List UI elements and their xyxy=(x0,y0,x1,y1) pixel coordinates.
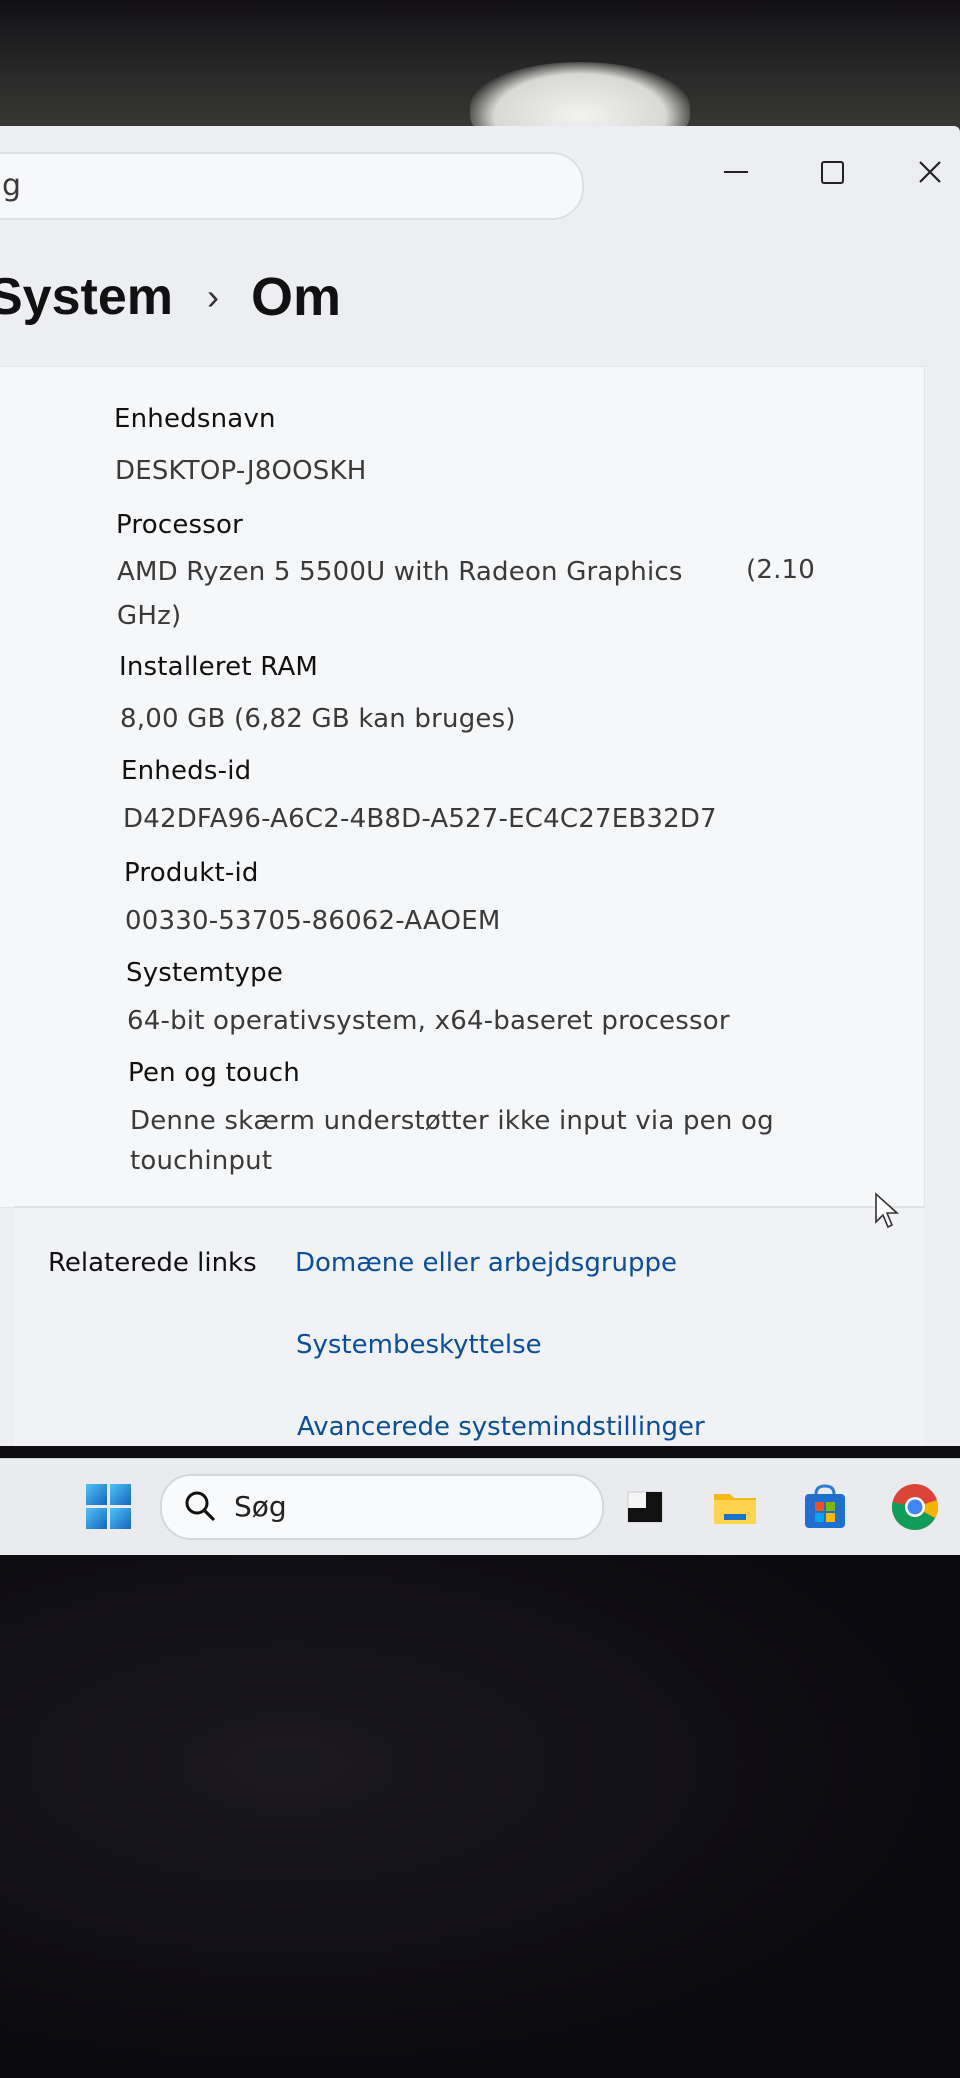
mouse-cursor-icon xyxy=(875,1192,900,1229)
spec-value-device-name: DESKTOP-J8OOSKH xyxy=(115,456,367,486)
spec-value-processor-line2: GHz) xyxy=(117,601,182,631)
spec-value-pen-touch: Denne skærm understøtter ikke input via … xyxy=(130,1106,774,1136)
breadcrumb-chevron-icon: › xyxy=(207,276,219,317)
file-explorer-icon[interactable] xyxy=(710,1482,760,1532)
maximize-button[interactable] xyxy=(804,144,860,200)
spec-value-product-id: 00330-53705-86062-AAOEM xyxy=(125,906,501,936)
spec-label-ram: Installeret RAM xyxy=(119,652,319,682)
close-icon xyxy=(919,161,941,183)
spec-label-processor: Processor xyxy=(116,510,244,540)
microsoft-store-icon[interactable] xyxy=(800,1482,850,1532)
breadcrumb-system[interactable]: System xyxy=(0,267,173,327)
desktop-background-bottom xyxy=(0,1555,960,2078)
spec-value-processor-speed: (2.10 xyxy=(746,555,816,585)
link-domain-workgroup[interactable]: Domæne eller arbejdsgruppe xyxy=(295,1248,677,1278)
link-advanced-system-settings[interactable]: Avancerede systemindstillinger xyxy=(297,1412,705,1442)
taskbar-search-input[interactable]: Søg xyxy=(160,1474,604,1540)
taskbar-search-placeholder: Søg xyxy=(234,1490,287,1523)
spec-value-processor: AMD Ryzen 5 5500U with Radeon Graphics xyxy=(117,557,683,587)
related-links-section xyxy=(14,1208,924,1446)
link-system-protection[interactable]: Systembeskyttelse xyxy=(296,1330,542,1360)
spec-label-pen-touch: Pen og touch xyxy=(128,1058,300,1088)
task-view-icon[interactable] xyxy=(620,1482,670,1532)
page-title: Om xyxy=(251,267,342,327)
spec-value-pen-touch-line2: touchinput xyxy=(130,1146,273,1176)
spec-value-ram: 8,00 GB (6,82 GB kan bruges) xyxy=(120,704,516,734)
chrome-icon[interactable] xyxy=(890,1482,940,1532)
spec-value-system-type: 64-bit operativsystem, x64-baseret proce… xyxy=(127,1006,730,1036)
start-icon[interactable] xyxy=(86,1484,132,1530)
settings-search-text: g xyxy=(2,168,22,203)
spec-label-product-id: Produkt-id xyxy=(124,858,259,888)
related-links-title: Relaterede links xyxy=(48,1248,257,1278)
maximize-icon xyxy=(820,160,844,184)
spec-value-device-id: D42DFA96-A6C2-4B8D-A527-EC4C27EB32D7 xyxy=(123,804,717,834)
minimize-icon xyxy=(724,171,748,173)
breadcrumb: System › Om xyxy=(0,266,341,328)
close-button[interactable] xyxy=(902,144,958,200)
spec-label-system-type: Systemtype xyxy=(126,958,284,988)
search-icon xyxy=(185,1491,215,1521)
spec-label-device-id: Enheds-id xyxy=(121,756,252,786)
spec-label-device-name: Enhedsnavn xyxy=(114,404,276,434)
minimize-button[interactable] xyxy=(708,144,764,200)
settings-search-box[interactable]: g xyxy=(0,152,584,220)
